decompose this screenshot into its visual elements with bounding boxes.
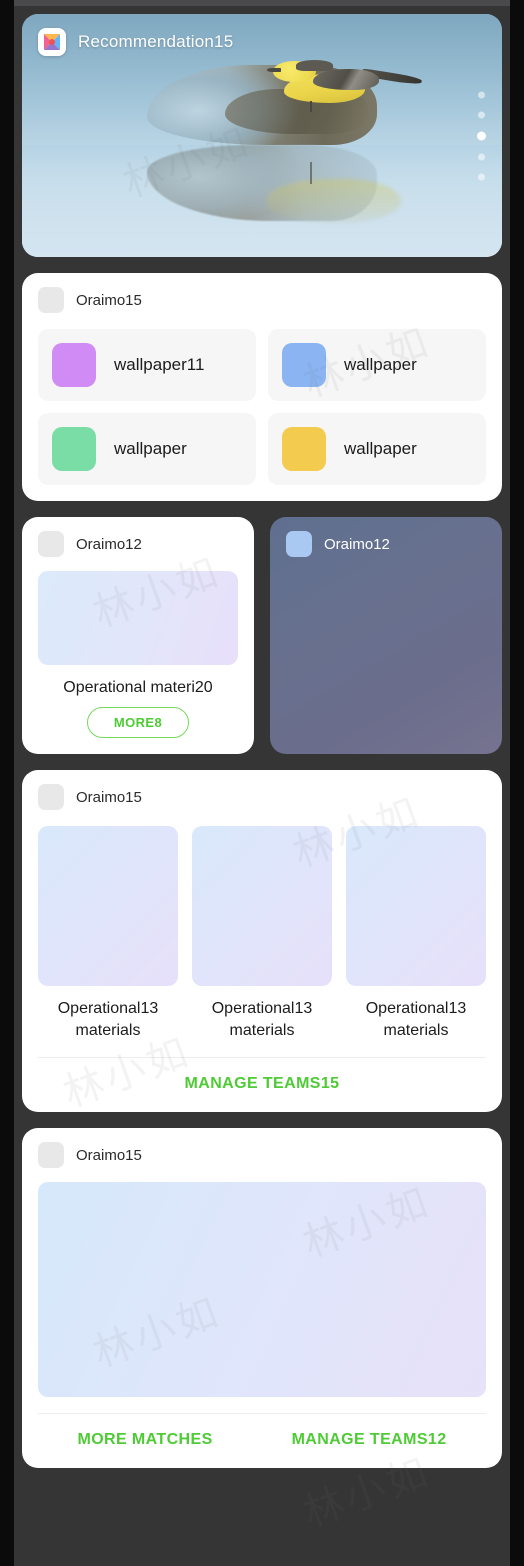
card-title: Oraimo12	[324, 535, 390, 553]
wallpaper-card: Oraimo15 wallpaper11 wallpaper wallpaper	[22, 273, 502, 501]
butterfly-x-icon	[38, 28, 66, 56]
wallpaper-swatch	[282, 427, 326, 471]
operational-card: Oraimo12 Operational materi20 MORE8	[22, 517, 254, 754]
operational-card-header: Oraimo12	[22, 517, 254, 557]
bird-beak	[266, 67, 282, 72]
teams-thumbnail	[38, 826, 178, 986]
wallpaper-grid: wallpaper11 wallpaper wallpaper wallpape…	[22, 313, 502, 501]
bird-reflection-leg	[310, 162, 312, 185]
wallpaper-swatch	[52, 427, 96, 471]
pager-dot-active[interactable]	[477, 131, 486, 140]
app-chip-icon	[38, 287, 64, 313]
status-strip	[14, 0, 510, 6]
bird-illustration	[266, 60, 423, 113]
teams-caption: Operational13 materials	[365, 1000, 467, 1039]
app-chip-icon	[38, 531, 64, 557]
bird-cap	[295, 60, 334, 71]
manage-teams-button[interactable]: MANAGE TEAMS12	[292, 1431, 447, 1449]
pager-dot[interactable]	[478, 173, 485, 180]
teams-grid-item[interactable]: Operational13 materials	[192, 826, 332, 1041]
more-button[interactable]: MORE8	[86, 707, 190, 738]
matches-banner-image[interactable]	[38, 1182, 486, 1398]
app-screen: 林小如 林小如 林小如 林小如 林小如 林小如 林小如 林小如	[0, 0, 524, 1566]
wallpaper-item[interactable]: wallpaper11	[38, 329, 256, 401]
card-title: Oraimo15	[76, 1146, 142, 1164]
pager-indicator[interactable]	[477, 91, 486, 180]
wallpaper-label: wallpaper11	[114, 355, 205, 374]
app-chip-icon	[38, 784, 64, 810]
teams-caption: Operational13 materials	[57, 1000, 159, 1039]
more-matches-button[interactable]: MORE MATCHES	[77, 1431, 212, 1449]
bird-leg	[309, 101, 313, 113]
teams-card: Oraimo15 Operational13 materials Operati…	[22, 770, 502, 1113]
app-chip-icon	[286, 531, 312, 557]
teams-grid-item[interactable]: Operational13 materials	[38, 826, 178, 1041]
recommendation-card[interactable]: Recommendation15	[22, 14, 502, 257]
wallpaper-item[interactable]: wallpaper	[268, 413, 486, 485]
teams-grid-item[interactable]: Operational13 materials	[346, 826, 486, 1041]
operational-thumbnail[interactable]	[38, 571, 238, 665]
matches-card: Oraimo15 MORE MATCHES MANAGE TEAMS12	[22, 1128, 502, 1469]
recommendation-header: Recommendation15	[38, 28, 233, 56]
matches-card-header: Oraimo15	[22, 1128, 502, 1169]
page-title: Recommendation15	[78, 32, 234, 51]
dark-card-header: Oraimo12	[270, 517, 502, 557]
teams-caption: Operational13 materials	[211, 1000, 313, 1039]
wallpaper-item[interactable]: wallpaper	[268, 329, 486, 401]
operational-action-row: MORE8	[22, 697, 254, 754]
operational-caption: Operational materi20	[63, 679, 213, 696]
wallpaper-card-header: Oraimo15	[22, 273, 502, 313]
bird-reflection	[266, 179, 402, 223]
wallpaper-item[interactable]: wallpaper	[38, 413, 256, 485]
card-title: Oraimo15	[76, 788, 142, 806]
wallpaper-swatch	[52, 343, 96, 387]
wallpaper-swatch	[282, 343, 326, 387]
manage-teams-button[interactable]: MANAGE TEAMS15	[185, 1075, 340, 1093]
dark-promo-card[interactable]: Oraimo12	[270, 517, 502, 754]
card-stack: Recommendation15 Oraimo15 wallpaper11 wa…	[0, 0, 524, 1486]
teams-thumbnail	[192, 826, 332, 986]
bird-wing	[312, 69, 380, 90]
wallpaper-label: wallpaper	[344, 439, 417, 458]
wallpaper-label: wallpaper	[344, 355, 417, 374]
teams-thumbnail	[346, 826, 486, 986]
app-chip-icon	[38, 1142, 64, 1169]
card-title: Oraimo12	[76, 535, 142, 553]
card-row: Oraimo12 Operational materi20 MORE8 Orai…	[22, 517, 502, 754]
pager-dot[interactable]	[478, 91, 485, 98]
teams-card-header: Oraimo15	[22, 770, 502, 810]
teams-card-actions: MANAGE TEAMS15	[22, 1058, 502, 1112]
pager-dot[interactable]	[478, 111, 485, 118]
teams-grid: Operational13 materials Operational13 ma…	[22, 810, 502, 1041]
pager-dot[interactable]	[478, 153, 485, 160]
card-title: Oraimo15	[76, 291, 142, 309]
wallpaper-label: wallpaper	[114, 439, 187, 458]
matches-card-actions: MORE MATCHES MANAGE TEAMS12	[22, 1414, 502, 1468]
